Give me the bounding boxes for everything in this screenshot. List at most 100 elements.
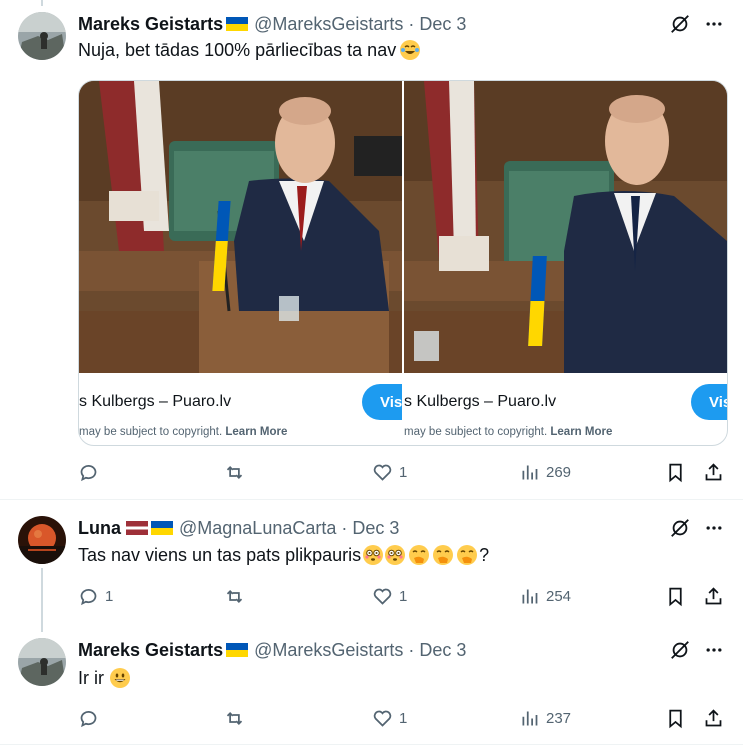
- tweet-actions: 1 1 254: [78, 582, 726, 610]
- learn-more-link[interactable]: Learn More: [225, 426, 287, 438]
- views-icon: [522, 589, 538, 603]
- grok-icon[interactable]: [668, 12, 692, 36]
- more-icon[interactable]: [702, 516, 726, 540]
- hand-over-mouth-emoji-icon: [433, 545, 454, 565]
- ukraine-flag-icon: [226, 643, 249, 657]
- like-icon: [373, 588, 392, 605]
- reply-button[interactable]: [78, 704, 105, 732]
- avatar[interactable]: [18, 516, 66, 564]
- more-icon[interactable]: [702, 12, 726, 36]
- photo[interactable]: [79, 81, 402, 373]
- retweet-icon: [226, 711, 243, 725]
- bookmark-button[interactable]: [665, 582, 686, 610]
- grok-icon[interactable]: [668, 516, 692, 540]
- card-title[interactable]: s Kulbergs – Puaro.lv: [79, 393, 231, 411]
- views-count: 237: [546, 709, 572, 727]
- thread-line: [41, 568, 43, 632]
- bookmark-icon: [669, 709, 682, 728]
- tweet-date[interactable]: Dec 3: [352, 518, 399, 539]
- hand-over-mouth-emoji-icon: [409, 545, 430, 565]
- retweet-button[interactable]: [224, 704, 251, 732]
- tweet-text-suffix: ?: [479, 544, 490, 565]
- retweet-icon: [226, 589, 243, 603]
- tweet-actions: 1 237: [78, 704, 726, 732]
- copyright-notice: may be subject to copyright. Learn More: [79, 426, 287, 438]
- reply-button[interactable]: [78, 458, 105, 486]
- separator: ·: [408, 13, 415, 34]
- bookmark-icon: [669, 463, 682, 482]
- retweet-button[interactable]: [224, 458, 251, 486]
- bookmark-button[interactable]: [665, 458, 686, 486]
- views-icon: [522, 711, 538, 725]
- tweet-text-content: Nuja, bet tādas 100% pārliecības ta nav: [78, 39, 397, 60]
- author-name[interactable]: Luna: [78, 518, 121, 539]
- divider: [0, 744, 743, 745]
- reply-icon: [80, 710, 97, 727]
- share-button[interactable]: [703, 582, 724, 610]
- share-button[interactable]: [703, 704, 724, 732]
- author-name[interactable]: Mareks Geistarts: [78, 640, 223, 661]
- photo[interactable]: [404, 81, 727, 373]
- separator: ·: [408, 639, 415, 660]
- share-icon: [705, 462, 722, 480]
- card-title[interactable]: s Kulbergs – Puaro.lv: [404, 393, 556, 411]
- author-name[interactable]: Mareks Geistarts: [78, 14, 223, 35]
- thread-line: [41, 0, 43, 6]
- author-handle[interactable]: @MareksGeistarts: [254, 640, 403, 661]
- visit-button-label: Vis: [380, 393, 402, 411]
- ukraine-flag-icon: [226, 17, 249, 31]
- author-handle[interactable]: @MagnaLunaCarta: [179, 518, 336, 539]
- copyright-text: may be subject to copyright.: [404, 426, 548, 438]
- views-icon: [522, 465, 538, 479]
- like-icon: [373, 464, 392, 481]
- share-icon: [705, 708, 722, 726]
- views-count: 269: [546, 463, 572, 481]
- avatar[interactable]: [18, 638, 66, 686]
- hand-over-mouth-emoji-icon: [457, 545, 478, 565]
- reply-count: 1: [105, 587, 114, 605]
- grok-icon[interactable]: [668, 638, 692, 662]
- tweet-header: Mareks Geistarts @MareksGeistarts · Dec …: [78, 12, 466, 36]
- visit-button-label: Vis: [709, 393, 727, 411]
- retweet-button[interactable]: [224, 582, 251, 610]
- views-button[interactable]: 254: [519, 582, 571, 610]
- views-button[interactable]: 269: [519, 458, 571, 486]
- flushed-emoji-icon: [363, 545, 384, 565]
- tweet-text-content: Ir ir: [78, 667, 104, 688]
- more-icon[interactable]: [702, 638, 726, 662]
- avatar[interactable]: [18, 12, 66, 60]
- like-button[interactable]: 1: [372, 704, 407, 732]
- media-container: s Kulbergs – Puaro.lv Vis may be subject…: [78, 80, 728, 446]
- visit-button[interactable]: Vis: [362, 384, 402, 420]
- visit-button[interactable]: Vis: [691, 384, 727, 420]
- media-card[interactable]: s Kulbergs – Puaro.lv Vis may be subject…: [79, 81, 402, 445]
- copyright-notice: may be subject to copyright. Learn More: [404, 426, 612, 438]
- learn-more-link[interactable]: Learn More: [550, 426, 612, 438]
- share-icon: [705, 586, 722, 604]
- reply-icon: [80, 464, 97, 481]
- separator: ·: [341, 517, 348, 538]
- like-count: 1: [399, 587, 408, 605]
- views-count: 254: [546, 587, 572, 605]
- bookmark-button[interactable]: [665, 704, 686, 732]
- tweet-date[interactable]: Dec 3: [419, 14, 466, 35]
- tweet-header: Mareks Geistarts @MareksGeistarts · Dec …: [78, 638, 466, 662]
- views-button[interactable]: 237: [519, 704, 571, 732]
- like-button[interactable]: 1: [372, 458, 407, 486]
- like-count: 1: [399, 463, 408, 481]
- ukraine-flag-icon: [151, 521, 173, 535]
- tears-of-joy-emoji-icon: [400, 40, 421, 60]
- tweet-date[interactable]: Dec 3: [419, 640, 466, 661]
- retweet-icon: [226, 465, 243, 479]
- like-button[interactable]: 1: [372, 582, 407, 610]
- share-button[interactable]: [703, 458, 724, 486]
- tweet-actions: 1 269: [78, 458, 726, 486]
- flushed-emoji-icon: [385, 545, 406, 565]
- media-card[interactable]: s Kulbergs – Puaro.lv Vis may be subject…: [404, 81, 727, 445]
- like-icon: [373, 710, 392, 727]
- copyright-text: may be subject to copyright.: [79, 426, 223, 438]
- author-handle[interactable]: @MareksGeistarts: [254, 14, 403, 35]
- latvia-flag-icon: [126, 521, 148, 535]
- reply-button[interactable]: 1: [78, 582, 113, 610]
- tweet-text: Tas nav viens un tas pats plikpauris ?: [78, 543, 489, 567]
